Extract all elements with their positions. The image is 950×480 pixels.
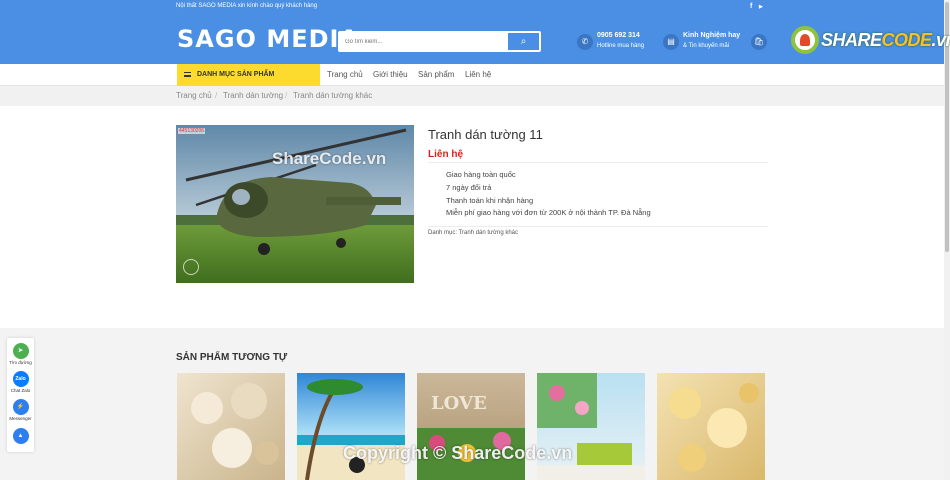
page-scrollbar[interactable]: [944, 0, 950, 480]
copyright-watermark: Copyright © ShareCode.vn: [343, 443, 573, 463]
section-title: SẢN PHẨM TƯƠNG TỰ: [176, 352, 288, 363]
navigation-button[interactable]: ▲: [7, 428, 34, 444]
floating-contact-bar: ➤ Tìm đường Zalo Chat Zalo ⚡ Messenger ▲: [7, 338, 34, 452]
product-section: 445130206 ShareCode.vn Tranh dán tường 1…: [0, 106, 944, 328]
top-bar: Nội thất SAGO MEDIA xin kính chào quý kh…: [0, 0, 944, 15]
zalo-label: Chat Zalo: [10, 388, 31, 393]
youtube-icon[interactable]: ▶: [759, 4, 763, 10]
feature-item: Miễn phí giao hàng với đơn từ 200K ở nội…: [446, 208, 651, 217]
news-subtitle: & Tin khuyến mãi: [683, 43, 730, 49]
breadcrumb-separator: /: [285, 91, 288, 100]
messenger-button[interactable]: ⚡ Messenger: [7, 399, 34, 421]
messenger-icon: ⚡: [12, 399, 29, 415]
news-icon: ▤: [663, 34, 679, 50]
phone-icon: ✆: [577, 34, 593, 50]
product-code-label: 445130206: [178, 128, 206, 134]
main-nav: DANH MỤC SẢN PHẨM Trang chủ Giới thiệu S…: [0, 64, 944, 86]
svg-text:LOVE: LOVE: [431, 393, 487, 414]
feature-item: Thanh toán khi nhận hàng: [446, 196, 534, 205]
divider: [428, 226, 768, 227]
site-header: SAGO MEDIA ⌕ ✆ 0905 692 314 Hotline mua …: [0, 15, 950, 64]
divider: [428, 162, 768, 163]
watermark-text: ShareCode.vn: [272, 149, 387, 168]
search-button[interactable]: ⌕: [508, 33, 539, 50]
search-input[interactable]: [340, 33, 508, 50]
breadcrumb-separator: /: [215, 91, 218, 100]
directions-label: Tìm đường: [9, 360, 32, 365]
zalo-chat-button[interactable]: Zalo Chat Zalo: [7, 371, 34, 393]
product-category[interactable]: Danh mục: Tranh dán tường khác: [428, 230, 518, 236]
product-price: Liên hệ: [428, 149, 464, 160]
zoom-icon[interactable]: [183, 259, 199, 275]
category-menu-label: DANH MỤC SẢN PHẨM: [197, 71, 275, 78]
nav-item-about[interactable]: Giới thiệu: [373, 70, 408, 79]
nav-item-contact[interactable]: Liên hệ: [465, 70, 491, 79]
news-title: Kinh Nghiệm hay: [683, 32, 741, 39]
map-pin-icon: ➤: [12, 343, 29, 359]
directions-button[interactable]: ➤ Tìm đường: [7, 343, 34, 365]
sharecode-logo-icon: [791, 26, 819, 54]
feature-item: Giao hàng toàn quốc: [446, 170, 516, 179]
facebook-icon[interactable]: f: [750, 3, 752, 10]
messenger-label: Messenger: [9, 416, 32, 421]
category-menu-button[interactable]: DANH MỤC SẢN PHẨM: [177, 64, 320, 86]
product-thumb[interactable]: [657, 373, 765, 480]
sharecode-badge: SHARECODE.vn: [789, 24, 950, 58]
search-icon: ⌕: [520, 36, 527, 47]
greeting-text: Nội thất SAGO MEDIA xin kính chào quý kh…: [176, 3, 318, 9]
hotline-label: Hotline mua hàng: [597, 43, 645, 49]
breadcrumb-category[interactable]: Tranh dán tường: [223, 91, 283, 100]
breadcrumb: Trang chủ / Tranh dán tường / Tranh dán …: [0, 86, 944, 106]
site-logo[interactable]: SAGO MEDIA: [177, 25, 359, 53]
menu-icon: [184, 72, 191, 77]
navigation-arrow-icon: ▲: [12, 428, 29, 444]
search-box: ⌕: [338, 31, 541, 52]
nav-item-home[interactable]: Trang chủ: [327, 70, 363, 79]
breadcrumb-home[interactable]: Trang chủ: [176, 91, 212, 100]
feature-item: 7 ngày đổi trả: [446, 183, 492, 192]
breadcrumb-current: Tranh dán tường khác: [293, 91, 373, 100]
product-thumb[interactable]: [177, 373, 285, 480]
nav-item-products[interactable]: Sản phẩm: [418, 70, 454, 79]
product-title: Tranh dán tường 11: [428, 127, 543, 142]
hotline-number: 0905 692 314: [597, 32, 640, 39]
zalo-icon: Zalo: [12, 371, 29, 387]
cart-icon[interactable]: 🛍: [751, 34, 767, 50]
